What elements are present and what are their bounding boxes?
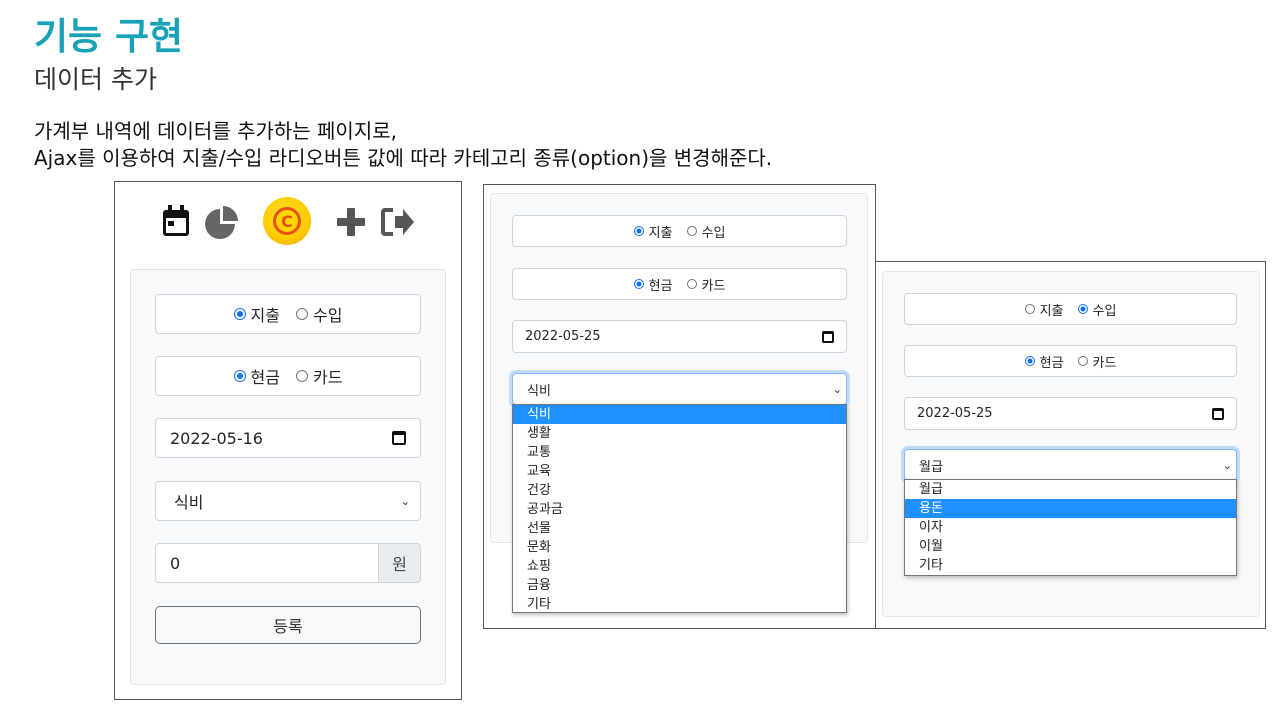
radio-card-dot[interactable]: [296, 370, 308, 382]
radio-income-dot[interactable]: [296, 308, 308, 320]
radio-expense-label: 지출: [1039, 303, 1064, 319]
radio-cash[interactable]: 현금: [1024, 352, 1064, 371]
radio-expense-dot[interactable]: [1024, 304, 1035, 314]
radio-card-label: 카드: [313, 368, 343, 387]
dropdown-option[interactable]: 이월: [905, 537, 1236, 556]
coin-logo[interactable]: C: [263, 197, 311, 245]
radio-cash[interactable]: 현금: [633, 275, 673, 294]
radio-cash-label: 현금: [1039, 355, 1064, 371]
radio-expense[interactable]: 지출: [633, 222, 673, 241]
dropdown-option[interactable]: 선물: [513, 519, 846, 538]
radio-cash-dot[interactable]: [233, 370, 246, 382]
category-dropdown-list: 식비 생활 교통 교육 건강 공과금 선물 문화 쇼핑 금융 기타: [512, 404, 847, 613]
calendar-picker-icon[interactable]: [1212, 407, 1224, 420]
payment-radio-group: 현금 카드: [512, 268, 847, 300]
radio-expense-dot[interactable]: [633, 226, 644, 236]
amount-input[interactable]: 0: [155, 543, 379, 583]
submit-button[interactable]: 등록: [155, 606, 421, 644]
radio-income-dot[interactable]: [1077, 304, 1088, 314]
radio-income-label: 수입: [313, 306, 343, 325]
radio-expense[interactable]: 지출: [233, 302, 280, 326]
dropdown-option[interactable]: 이자: [905, 518, 1236, 537]
radio-income[interactable]: 수입: [686, 222, 726, 241]
dropdown-option[interactable]: 쇼핑: [513, 557, 846, 576]
dropdown-option[interactable]: 용돈: [905, 499, 1236, 518]
screenshot-income-category-dropdown: 지출 수입 현금 카드 2022-05-25 월급 ⌄ 월급 용돈 이자 이월 …: [875, 261, 1266, 629]
radio-card[interactable]: 카드: [686, 275, 726, 294]
chevron-down-icon: ⌄: [1222, 458, 1232, 472]
slide-title: 기능 구현: [34, 15, 184, 58]
date-value: 2022-05-25: [917, 406, 993, 421]
date-value: 2022-05-25: [525, 329, 601, 344]
type-radio-group: 지출 수입: [155, 294, 421, 334]
radio-card-dot[interactable]: [1077, 356, 1088, 366]
dropdown-option[interactable]: 공과금: [513, 500, 846, 519]
dropdown-option[interactable]: 생활: [513, 424, 846, 443]
amount-value: 0: [170, 553, 181, 573]
type-radio-group: 지출 수입: [904, 293, 1237, 325]
category-select[interactable]: 식비 ⌄: [155, 481, 421, 521]
category-value: 월급: [919, 459, 943, 475]
dropdown-option[interactable]: 교통: [513, 443, 846, 462]
payment-radio-group: 현금 카드: [904, 345, 1237, 377]
date-input[interactable]: 2022-05-25: [904, 397, 1237, 430]
dropdown-option[interactable]: 금융: [513, 576, 846, 595]
dropdown-option[interactable]: 기타: [905, 556, 1236, 575]
radio-card-dot[interactable]: [686, 279, 697, 289]
dropdown-option[interactable]: 월급: [905, 480, 1236, 499]
radio-cash-label: 현금: [250, 368, 280, 387]
category-value: 식비: [174, 493, 204, 512]
description-line-1: 가계부 내역에 데이터를 추가하는 페이지로,: [34, 119, 397, 143]
screenshot-add-expense-form: C 지출 수입 현금 카드 2022-05-16 식비 ⌄ 0 원 등록: [114, 181, 462, 700]
dropdown-option[interactable]: 문화: [513, 538, 846, 557]
radio-cash-dot[interactable]: [633, 279, 644, 289]
slide-subtitle: 데이터 추가: [34, 65, 157, 94]
category-value: 식비: [527, 383, 551, 399]
dropdown-option[interactable]: 교육: [513, 462, 846, 481]
category-select[interactable]: 식비 ⌄: [512, 373, 847, 405]
plus-icon[interactable]: [335, 206, 367, 242]
date-input[interactable]: 2022-05-16: [155, 418, 421, 458]
radio-income-label: 수입: [1092, 303, 1117, 319]
radio-card-label: 카드: [701, 278, 726, 294]
radio-cash[interactable]: 현금: [233, 364, 280, 388]
radio-cash-dot[interactable]: [1024, 356, 1035, 366]
amount-unit: 원: [378, 543, 421, 583]
radio-income-label: 수입: [701, 225, 726, 241]
radio-cash-label: 현금: [648, 278, 673, 294]
payment-radio-group: 현금 카드: [155, 356, 421, 396]
radio-income[interactable]: 수입: [296, 302, 342, 326]
radio-card-label: 카드: [1092, 355, 1117, 371]
radio-card[interactable]: 카드: [296, 364, 342, 388]
dropdown-option[interactable]: 건강: [513, 481, 846, 500]
dropdown-option[interactable]: 기타: [513, 595, 846, 614]
calendar-picker-icon[interactable]: [392, 431, 406, 445]
radio-card[interactable]: 카드: [1077, 352, 1117, 371]
form-card: 지출 수입 현금 카드 2022-05-16 식비 ⌄ 0 원 등록: [130, 269, 446, 685]
chevron-down-icon: ⌄: [832, 382, 842, 396]
description-line-2: Ajax를 이용하여 지출/수입 라디오버튼 값에 따라 카테고리 종류(opt…: [34, 146, 773, 170]
category-dropdown-list: 월급 용돈 이자 이월 기타: [904, 479, 1237, 576]
type-radio-group: 지출 수입: [512, 215, 847, 247]
pie-chart-icon[interactable]: [205, 205, 241, 243]
radio-expense-label: 지출: [648, 225, 673, 241]
dropdown-option[interactable]: 식비: [513, 405, 846, 424]
radio-expense-label: 지출: [250, 306, 280, 325]
calendar-picker-icon[interactable]: [822, 330, 834, 343]
calendar-icon[interactable]: [162, 205, 190, 241]
radio-income[interactable]: 수입: [1077, 300, 1117, 319]
screenshot-expense-category-dropdown: 지출 수입 현금 카드 2022-05-25 식비 ⌄ 식비 생활 교통 교육 …: [483, 184, 876, 629]
date-value: 2022-05-16: [170, 428, 263, 448]
logout-icon[interactable]: [381, 207, 415, 241]
category-select[interactable]: 월급 ⌄: [904, 449, 1237, 481]
radio-income-dot[interactable]: [686, 226, 697, 236]
radio-expense[interactable]: 지출: [1024, 300, 1064, 319]
date-input[interactable]: 2022-05-25: [512, 320, 847, 353]
radio-expense-dot[interactable]: [233, 308, 246, 320]
chevron-down-icon: ⌄: [400, 494, 410, 508]
